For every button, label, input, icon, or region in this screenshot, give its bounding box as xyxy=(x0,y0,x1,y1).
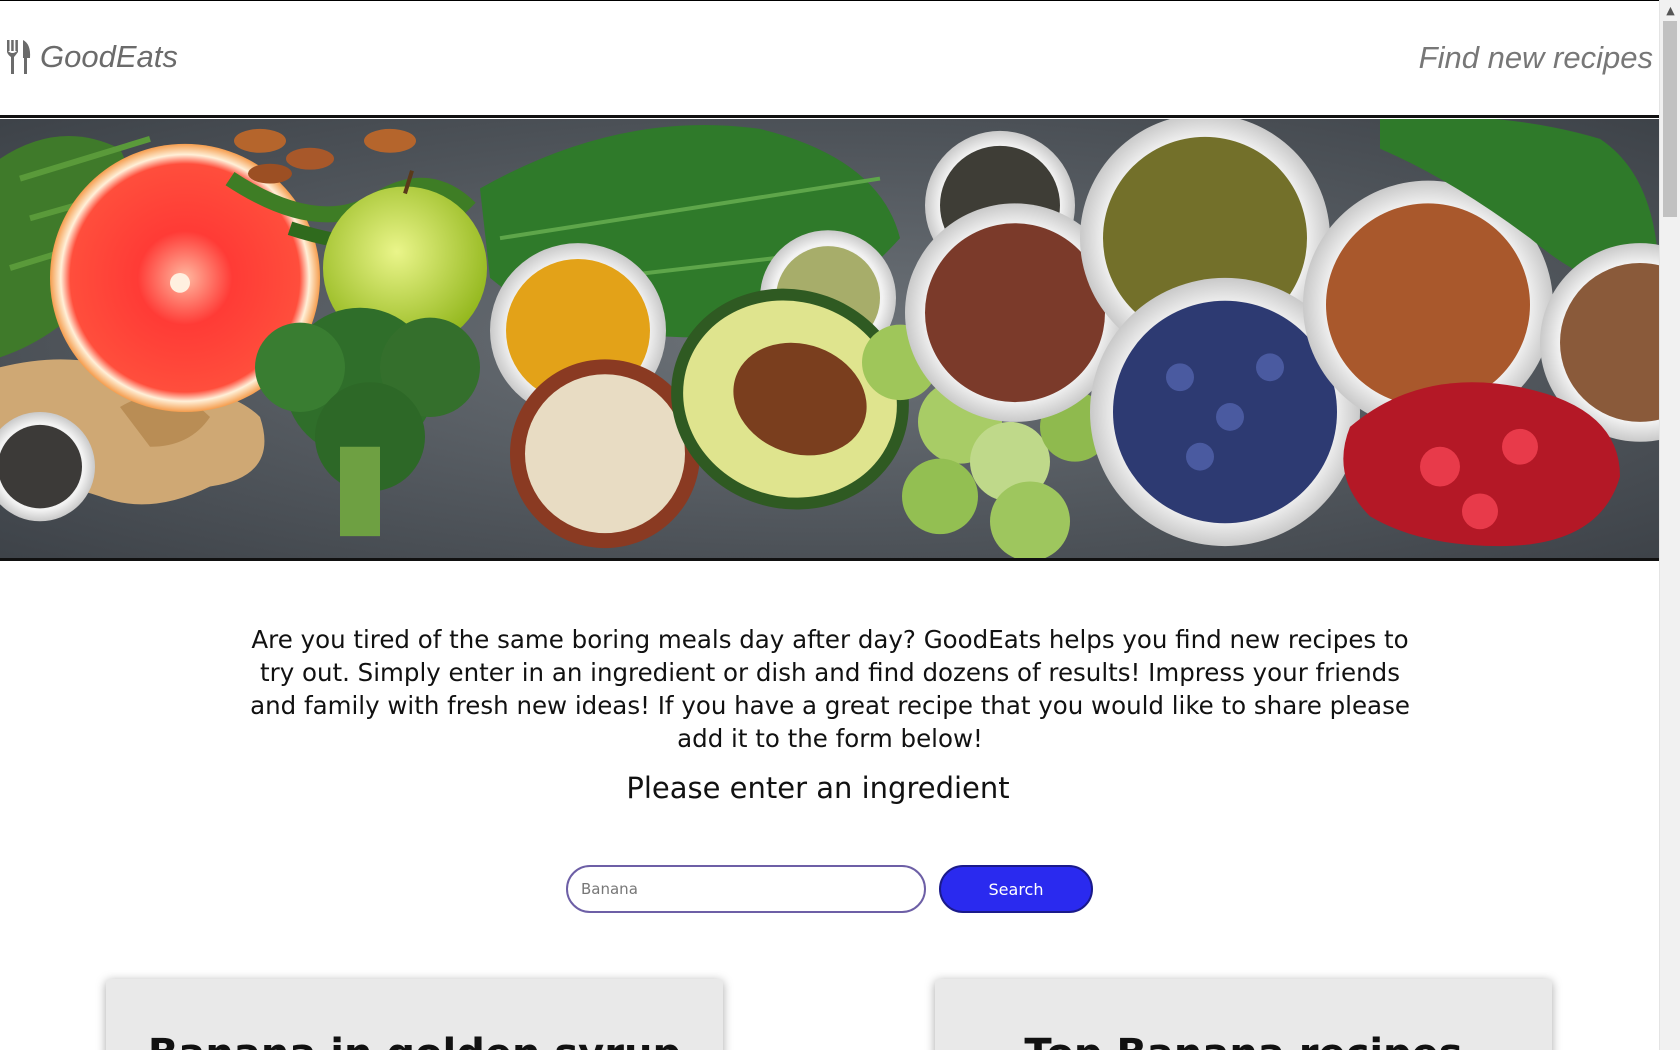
hero-food-illustration xyxy=(0,119,1659,558)
site-header: GoodEats Find new recipes xyxy=(0,1,1659,118)
page-viewport: GoodEats Find new recipes Are you tired … xyxy=(0,0,1659,1050)
search-prompt: Please enter an ingredient xyxy=(626,771,1010,805)
hero-image xyxy=(0,119,1659,561)
brand[interactable]: GoodEats xyxy=(6,39,178,75)
recipe-card-title: Top Banana recipes xyxy=(935,1031,1552,1050)
recipe-card-title: Banana in golden syrup xyxy=(106,1031,723,1050)
search-button[interactable]: Search xyxy=(939,865,1093,913)
intro-text: Are you tired of the same boring meals d… xyxy=(250,624,1410,753)
find-new-recipes-link[interactable]: Find new recipes xyxy=(1419,40,1653,76)
vertical-scrollbar[interactable]: ▲ xyxy=(1659,0,1680,1050)
scrollbar-thumb[interactable] xyxy=(1663,21,1677,217)
ingredient-search-input[interactable] xyxy=(566,865,926,913)
recipe-card[interactable]: Top Banana recipes xyxy=(935,979,1552,1050)
brand-name: GoodEats xyxy=(40,39,178,74)
recipe-card[interactable]: Banana in golden syrup xyxy=(106,979,723,1050)
chevron-up-icon[interactable]: ▲ xyxy=(1660,0,1680,21)
search-form: Search xyxy=(566,865,1093,913)
fork-knife-icon xyxy=(7,40,31,74)
